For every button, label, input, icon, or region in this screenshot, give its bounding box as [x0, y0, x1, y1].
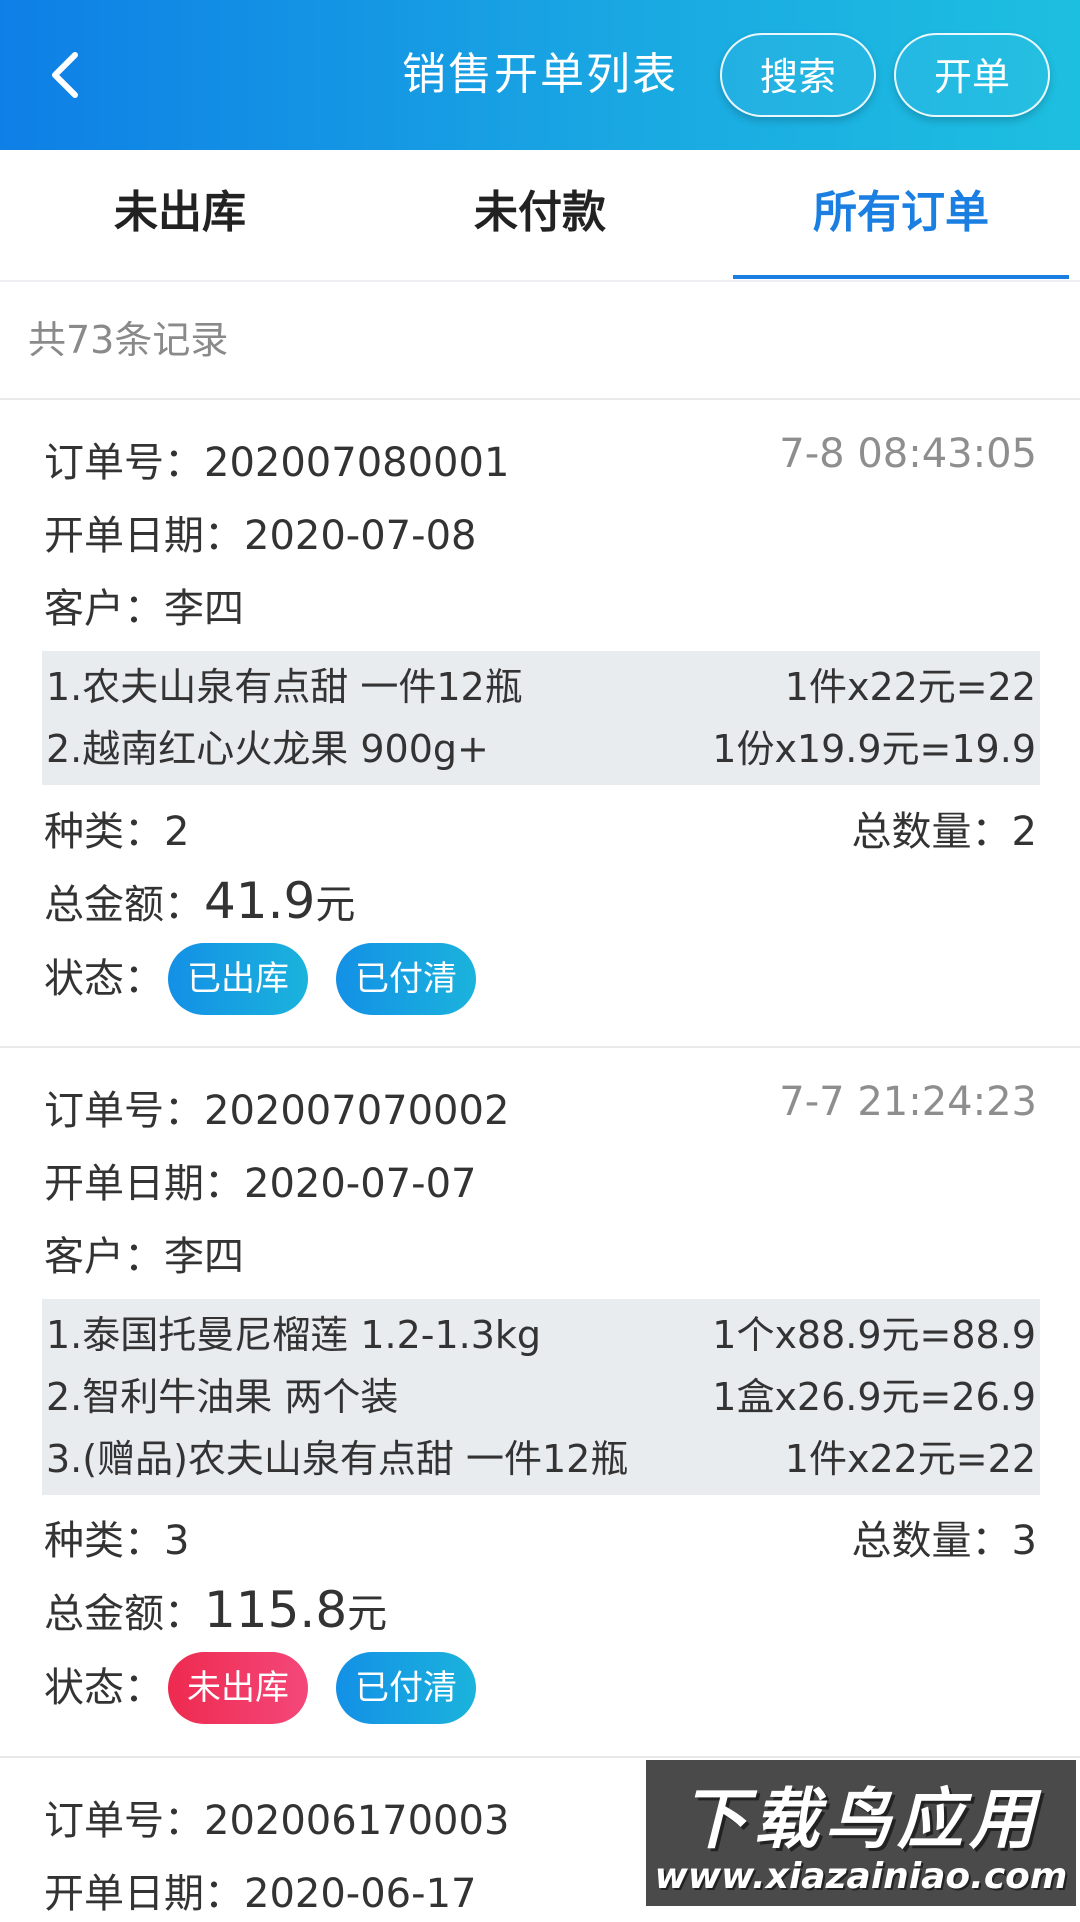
tab-bar: 未出库 未付款 所有订单: [0, 150, 1080, 282]
total-amount: 总金额：115.8元: [44, 1581, 388, 1639]
status-badge: 已付清: [336, 943, 476, 1015]
kinds-count: 种类：3: [44, 1518, 190, 1564]
watermark-text: 下载鸟应用: [681, 1781, 1041, 1858]
tab-unpaid[interactable]: 未付款: [360, 150, 720, 280]
order-number: 订单号：202006170003: [44, 1798, 510, 1844]
app-header: 销售开单列表 搜索 开单: [0, 0, 1080, 150]
item-name: 1.泰国托曼尼榴莲 1.2-1.3kg: [46, 1313, 542, 1357]
chevron-left-icon: [52, 52, 78, 98]
list-item: 3.(赠品)农夫山泉有点甜 一件12瓶 1件x22元=22: [42, 1428, 1040, 1490]
active-tab-indicator: [733, 275, 1069, 279]
back-button[interactable]: [30, 40, 100, 110]
customer: 客户：李四: [44, 1234, 244, 1280]
customer: 客户：李四: [44, 586, 244, 632]
item-name: 2.越南红心火龙果 900g+: [46, 727, 489, 771]
total-amount: 总金额：41.9元: [44, 872, 356, 930]
item-name: 2.智利牛油果 两个装: [46, 1375, 399, 1419]
status-label: 状态：: [44, 956, 164, 1002]
watermark: 下载鸟应用 www.xiazainiao.com: [646, 1760, 1076, 1906]
order-time: 7-8 08:43:05: [779, 431, 1037, 477]
item-list: 1.泰国托曼尼榴莲 1.2-1.3kg 1个x88.9元=88.9 2.智利牛油…: [42, 1299, 1040, 1495]
search-button[interactable]: 搜索: [720, 33, 876, 117]
item-list: 1.农夫山泉有点甜 一件12瓶 1件x22元=22 2.越南红心火龙果 900g…: [42, 651, 1040, 785]
item-price: 1个x88.9元=88.9: [712, 1313, 1036, 1357]
order-time: 7-7 21:24:23: [779, 1079, 1037, 1125]
tab-all-orders[interactable]: 所有订单: [733, 150, 1069, 280]
tab-not-shipped[interactable]: 未出库: [0, 150, 360, 280]
open-date: 开单日期：2020-06-17: [44, 1871, 477, 1917]
page-title: 销售开单列表: [402, 49, 678, 100]
item-price: 1份x19.9元=19.9: [712, 727, 1036, 771]
total-quantity: 总数量：2: [851, 809, 1037, 855]
status-badge: 已出库: [168, 943, 308, 1015]
order-number: 订单号：202007070002: [44, 1088, 510, 1134]
list-item: 1.农夫山泉有点甜 一件12瓶 1件x22元=22: [42, 656, 1040, 718]
item-price: 1件x22元=22: [784, 1437, 1036, 1481]
open-date: 开单日期：2020-07-08: [44, 513, 477, 559]
total-quantity: 总数量：3: [851, 1518, 1037, 1564]
item-name: 3.(赠品)农夫山泉有点甜 一件12瓶: [46, 1437, 629, 1481]
record-count: 共73条记录: [28, 318, 229, 362]
status-label: 状态：: [44, 1665, 164, 1711]
list-item: 1.泰国托曼尼榴莲 1.2-1.3kg 1个x88.9元=88.9: [42, 1304, 1040, 1366]
item-price: 1件x22元=22: [784, 665, 1036, 709]
order-card[interactable]: 订单号：202007070002 7-7 21:24:23 开单日期：2020-…: [0, 1048, 1080, 1756]
open-date: 开单日期：2020-07-07: [44, 1161, 477, 1207]
status-badge: 未出库: [168, 1652, 308, 1724]
create-order-button[interactable]: 开单: [894, 33, 1050, 117]
list-item: 2.智利牛油果 两个装 1盒x26.9元=26.9: [42, 1366, 1040, 1428]
status-badge: 已付清: [336, 1652, 476, 1724]
watermark-url: www.xiazainiao.com: [654, 1856, 1068, 1897]
kinds-count: 种类：2: [44, 809, 190, 855]
order-number: 订单号：202007080001: [44, 440, 510, 486]
item-name: 1.农夫山泉有点甜 一件12瓶: [46, 665, 523, 709]
order-card[interactable]: 订单号：202007080001 7-8 08:43:05 开单日期：2020-…: [0, 400, 1080, 1048]
list-item: 2.越南红心火龙果 900g+ 1份x19.9元=19.9: [42, 718, 1040, 780]
item-price: 1盒x26.9元=26.9: [712, 1375, 1036, 1419]
